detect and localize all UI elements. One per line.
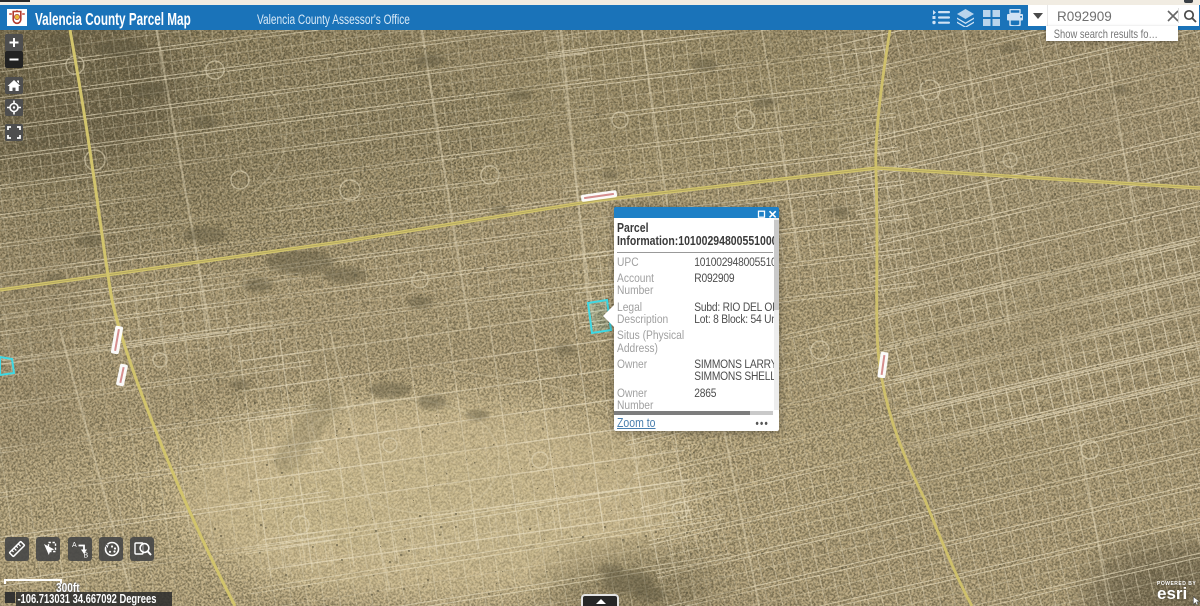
svg-text:A: A bbox=[72, 542, 77, 549]
